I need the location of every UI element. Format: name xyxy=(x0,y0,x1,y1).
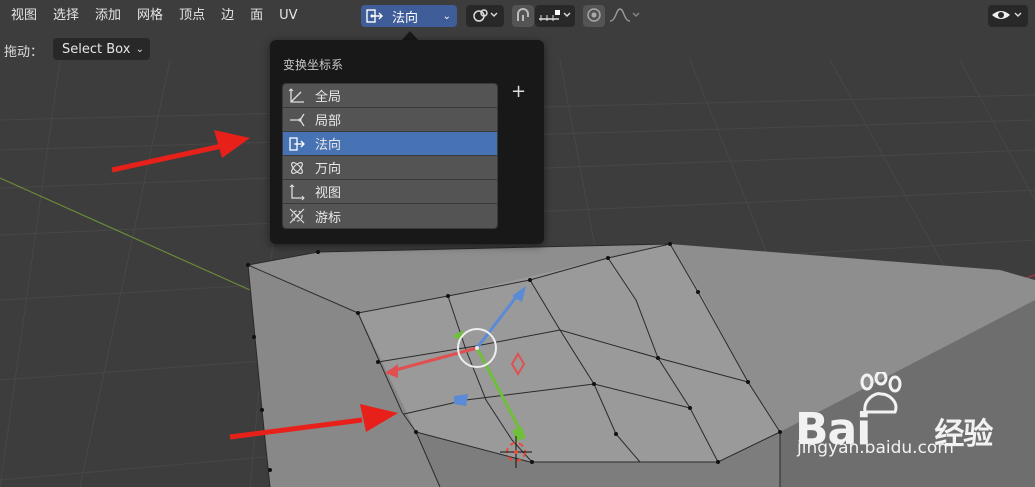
orientation-label-view: 视图 xyxy=(315,186,342,201)
pivot-icon xyxy=(471,7,499,26)
chevron-down-icon: ⌄ xyxy=(442,10,451,22)
orientation-label-gimbal: 万向 xyxy=(315,162,342,177)
menu-mesh[interactable]: 网格 xyxy=(129,0,171,32)
add-orientation-button[interactable]: + xyxy=(511,82,526,102)
baidu-jingyan-watermark: Bai 经验 jingyan.baidu.com xyxy=(795,372,1035,472)
popup-title: 变换坐标系 xyxy=(283,58,344,72)
orientation-label-local: 局部 xyxy=(315,114,342,129)
view-axes-icon xyxy=(285,180,309,204)
orientation-label-global: 全局 xyxy=(315,90,342,105)
magnet-icon xyxy=(514,7,532,26)
snap-target-dropdown[interactable] xyxy=(535,5,575,27)
normal-axes-icon xyxy=(366,8,384,24)
transform-orientation-dropdown[interactable]: 法向 ⌄ xyxy=(361,5,457,27)
menu-add[interactable]: 添加 xyxy=(87,0,129,32)
falloff-curve-icon xyxy=(608,7,642,26)
normal-axes-icon xyxy=(285,132,309,156)
menu-uv[interactable]: UV xyxy=(271,0,305,32)
gimbal-axes-icon xyxy=(285,156,309,180)
orientation-label: 法向 xyxy=(392,10,419,26)
snap-increment-icon xyxy=(537,7,573,26)
falloff-dropdown[interactable] xyxy=(606,5,644,27)
proportional-icon xyxy=(586,7,602,26)
watermark-url: jingyan.baidu.com xyxy=(797,438,954,458)
orientation-item-gimbal[interactable]: 万向 xyxy=(283,156,497,180)
local-axes-icon xyxy=(285,108,309,132)
orientation-label-cursor: 游标 xyxy=(315,210,342,226)
menu-select[interactable]: 选择 xyxy=(45,0,87,32)
orientation-item-global[interactable]: 全局 xyxy=(283,84,497,108)
orientation-item-cursor[interactable]: 游标 xyxy=(283,204,497,228)
orientation-item-local[interactable]: 局部 xyxy=(283,108,497,132)
snap-toggle[interactable] xyxy=(512,5,534,27)
menu-face[interactable]: 面 xyxy=(242,0,271,32)
orientation-list: 全局 局部 法向 万向 视图 游标 xyxy=(282,83,498,229)
drag-label: 拖动： xyxy=(4,45,44,60)
transform-orientation-popup: 变换坐标系 全局 局部 法向 万向 视图 游标 + xyxy=(270,40,544,244)
global-axes-icon xyxy=(285,84,309,108)
menu-edge[interactable]: 边 xyxy=(213,0,242,32)
pivot-point-dropdown[interactable] xyxy=(466,5,504,27)
chevron-down-icon: ⌄ xyxy=(135,43,144,55)
orientation-label-normal: 法向 xyxy=(315,138,342,153)
cursor-axes-icon xyxy=(285,204,309,228)
menu-view[interactable]: 视图 xyxy=(0,0,45,32)
eye-icon xyxy=(990,7,1026,26)
drag-select-value: Select Box xyxy=(62,41,131,57)
orientation-item-view[interactable]: 视图 xyxy=(283,180,497,204)
drag-select-dropdown[interactable]: Select Box ⌄ xyxy=(53,38,150,60)
menu-vertex[interactable]: 顶点 xyxy=(171,0,213,32)
proportional-editing-toggle[interactable] xyxy=(583,5,605,27)
orientation-item-normal[interactable]: 法向 xyxy=(283,132,497,156)
visibility-dropdown[interactable] xyxy=(988,5,1028,27)
